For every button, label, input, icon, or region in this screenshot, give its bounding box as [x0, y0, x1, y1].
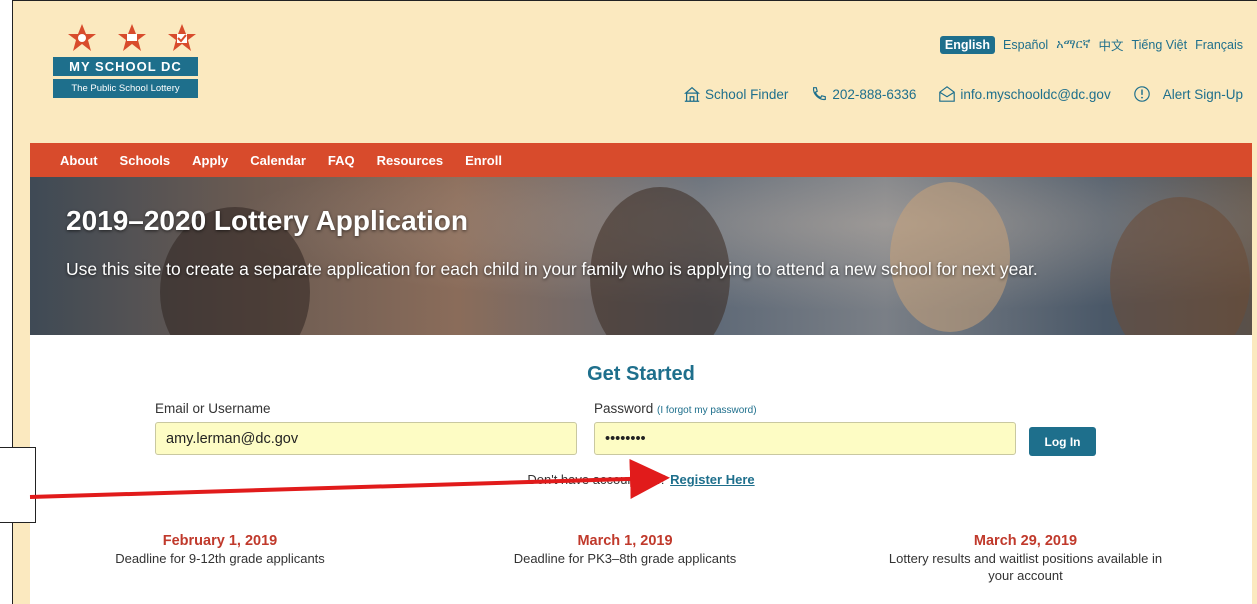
nav-about[interactable]: About	[60, 153, 98, 168]
school-finder-link[interactable]: School Finder	[683, 85, 788, 103]
lang-french[interactable]: Français	[1195, 38, 1243, 52]
password-field[interactable]	[594, 422, 1016, 455]
hero-subtitle: Use this site to create a separate appli…	[66, 259, 1038, 279]
lightbulb-star-icon	[68, 24, 96, 51]
nav-resources[interactable]: Resources	[377, 153, 443, 168]
deadline-item: March 29, 2019 Lottery results and waitl…	[888, 533, 1163, 583]
login-button[interactable]: Log In	[1029, 427, 1096, 456]
computer-star-icon	[118, 24, 146, 51]
nav-calendar[interactable]: Calendar	[250, 153, 306, 168]
phone-icon	[813, 87, 827, 100]
deadline-item: February 1, 2019 Deadline for 9-12th gra…	[115, 533, 325, 566]
nav-schools[interactable]: Schools	[120, 153, 171, 168]
lang-amharic[interactable]: አማርኛ	[1056, 37, 1090, 52]
checkbox-star-icon	[168, 24, 196, 51]
alert-signup-link[interactable]: Alert Sign-Up	[1133, 85, 1243, 103]
lang-vietnamese[interactable]: Tiếng Việt	[1131, 38, 1187, 52]
email-field[interactable]	[155, 422, 577, 455]
lang-english[interactable]: English	[939, 35, 996, 54]
logo-stars	[53, 23, 213, 53]
password-label: Password (I forgot my password)	[594, 401, 757, 416]
hero-photo-figure	[890, 182, 1010, 332]
hero-banner: 2019–2020 Lottery Application Use this s…	[30, 177, 1252, 335]
email-label: Email or Username	[155, 401, 271, 416]
register-prompt: Don't have account yet?	[527, 472, 667, 487]
annotation-callout-box	[0, 447, 36, 523]
phone-link[interactable]: 202-888-6336	[810, 85, 916, 103]
logo-title: MY SCHOOL DC	[53, 57, 198, 76]
forgot-password-link[interactable]: (I forgot my password)	[657, 405, 756, 416]
get-started-heading: Get Started	[587, 363, 695, 385]
lang-spanish[interactable]: Español	[1003, 38, 1048, 52]
site-logo[interactable]: MY SCHOOL DC The Public School Lottery	[53, 23, 213, 98]
page-title: 2019–2020 Lottery Application	[66, 205, 469, 236]
register-link[interactable]: Register Here	[670, 472, 755, 487]
login-panel: Get Started Email or Username Password (…	[30, 335, 1252, 604]
nav-faq[interactable]: FAQ	[328, 153, 355, 168]
email-link[interactable]: info.myschooldc@dc.gov	[938, 85, 1111, 103]
lang-chinese[interactable]: 中文	[1098, 35, 1123, 54]
alert-circle-icon	[1133, 86, 1150, 102]
nav-apply[interactable]: Apply	[192, 153, 228, 168]
utility-links: School Finder 202-888-6336 info.myschool…	[683, 85, 1243, 103]
register-row: Don't have account yet? Register Here	[30, 472, 1252, 487]
main-nav: About Schools Apply Calendar FAQ Resourc…	[30, 143, 1252, 177]
deadline-item: March 1, 2019 Deadline for PK3–8th grade…	[513, 533, 737, 566]
school-building-icon	[684, 86, 701, 102]
language-selector: English Español አማርኛ 中文 Tiếng Việt Franç…	[939, 35, 1243, 54]
logo-subtitle: The Public School Lottery	[53, 79, 198, 98]
envelope-icon	[939, 86, 956, 102]
nav-enroll[interactable]: Enroll	[465, 153, 502, 168]
